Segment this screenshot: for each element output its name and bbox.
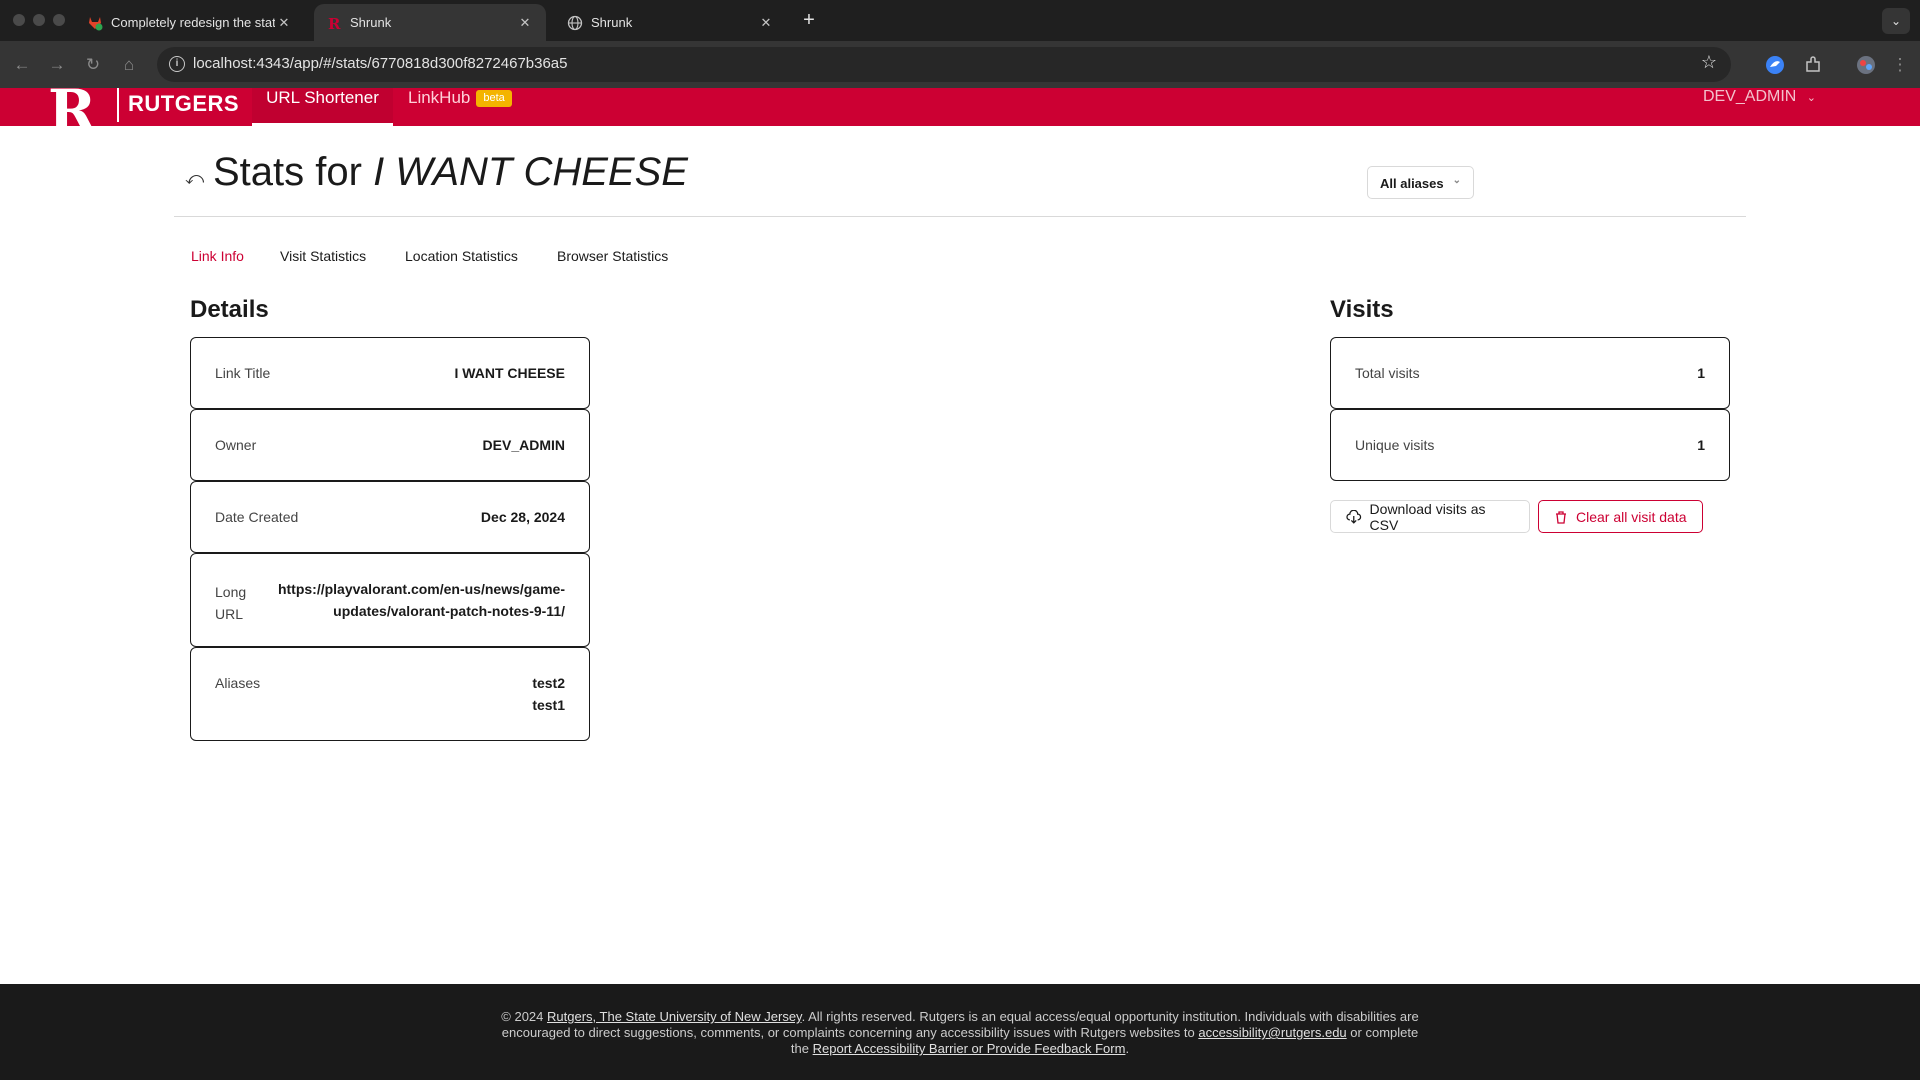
tab-visit-statistics[interactable]: Visit Statistics <box>280 248 366 264</box>
alias-list: test2 test1 <box>532 672 565 716</box>
trash-icon <box>1556 510 1566 524</box>
detail-label: Owner <box>215 437 257 453</box>
svg-text:R: R <box>328 15 341 31</box>
window-close-button[interactable] <box>13 14 25 26</box>
profile-avatar-icon[interactable] <box>1855 54 1877 76</box>
alias-item: test1 <box>532 697 565 713</box>
title-prefix: Stats for <box>213 150 362 194</box>
address-url[interactable]: localhost:4343/app/#/stats/6770818d300f8… <box>193 55 568 72</box>
beta-badge: beta <box>476 90 512 107</box>
download-csv-label: Download visits as CSV <box>1369 500 1486 533</box>
user-name: DEV_ADMIN <box>1702 88 1797 105</box>
detail-card-date-created: Date Created Dec 28, 2024 <box>190 481 590 553</box>
tab-location-statistics[interactable]: Location Statistics <box>405 248 518 264</box>
footer-university-link[interactable]: Rutgers, The State University of New Jer… <box>547 1009 802 1024</box>
extensions-puzzle-icon[interactable] <box>1802 54 1824 76</box>
tab-search-button[interactable]: ⌄ <box>1882 8 1910 34</box>
detail-label: Date Created <box>215 509 299 525</box>
page-title: Stats for I WANT CHEESE <box>213 150 688 195</box>
details-heading: Details <box>190 296 269 323</box>
detail-value: DEV_ADMIN <box>482 437 565 453</box>
close-icon[interactable]: ✕ <box>275 15 293 31</box>
new-tab-button[interactable]: + <box>796 8 822 34</box>
rutgers-logo-letter[interactable]: R <box>48 88 96 126</box>
long-url-link[interactable]: https://playvalorant.com/en-us/news/game… <box>278 578 565 622</box>
clear-visit-data-button[interactable]: Clear all visit data <box>1538 500 1703 533</box>
reload-icon[interactable]: ↻ <box>81 53 105 77</box>
detail-card-long-url: Long URL https://playvalorant.com/en-us/… <box>190 553 590 647</box>
gitlab-fox-icon <box>89 16 103 30</box>
browser-tab-bar: Completely redesign the stat ✕ R Shrunk … <box>0 0 1920 41</box>
detail-label-line: URL <box>215 606 244 622</box>
visit-card-total: Total visits 1 <box>1330 337 1730 409</box>
detail-label: Aliases <box>215 675 261 691</box>
detail-value-line: https://playvalorant.com/en-us/news/game… <box>277 581 565 597</box>
logo-divider <box>117 88 119 122</box>
visit-card-unique: Unique visits 1 <box>1330 409 1730 481</box>
alias-filter-value: All aliases <box>1380 176 1444 191</box>
chevron-down-icon: ⌄ <box>1806 92 1816 104</box>
visit-value: 1 <box>1697 437 1705 453</box>
visit-label: Unique visits <box>1355 437 1435 453</box>
browser-toolbar: ← → ↻ ⌂ i localhost:4343/app/#/stats/677… <box>0 41 1920 88</box>
nav-url-shortener-label: URL Shortener <box>266 88 379 107</box>
address-bar[interactable]: i localhost:4343/app/#/stats/6770818d300… <box>157 47 1731 82</box>
browser-tab-shrunk[interactable]: Shrunk ✕ <box>555 4 787 41</box>
browser-tab-gitlab[interactable]: Completely redesign the stat ✕ <box>75 4 305 41</box>
nav-linkhub-label: LinkHub <box>408 88 471 107</box>
detail-label: Link Title <box>215 365 271 381</box>
footer-text-part: . <box>1125 1041 1130 1056</box>
app-header: R RUTGERS URL Shortener LinkHub beta DEV_… <box>0 88 1920 126</box>
globe-icon <box>567 15 583 30</box>
detail-card-owner: Owner DEV_ADMIN <box>190 409 590 481</box>
tab-title: Shrunk <box>350 15 392 30</box>
alias-item: test2 <box>532 675 565 691</box>
detail-card-aliases: Aliases test2 test1 <box>190 647 590 741</box>
back-icon[interactable]: ← <box>10 53 34 77</box>
footer-email-link[interactable]: accessibility@rutgers.edu <box>1198 1025 1346 1040</box>
site-info-icon[interactable]: i <box>169 56 185 72</box>
close-icon[interactable]: ✕ <box>516 15 534 31</box>
rutgers-logo-text[interactable]: RUTGERS <box>128 91 239 117</box>
title-divider <box>174 216 1746 217</box>
rutgers-r-icon: R <box>328 15 341 31</box>
footer-text: © 2024 Rutgers, The State University of … <box>500 1009 1420 1057</box>
bookmark-star-icon[interactable]: ☆ <box>1701 52 1717 73</box>
detail-label-line: Long <box>215 584 247 600</box>
detail-value-line: updates/valorant-patch-notes-9-11/ <box>333 603 565 619</box>
page-footer: © 2024 Rutgers, The State University of … <box>0 984 1920 1080</box>
tab-link-info[interactable]: Link Info <box>191 248 244 264</box>
nav-url-shortener[interactable]: URL Shortener <box>252 88 393 126</box>
browser-menu-icon[interactable]: ⋮ <box>1888 53 1912 77</box>
visits-heading: Visits <box>1330 296 1394 323</box>
extension-bird-icon[interactable] <box>1764 54 1786 76</box>
visit-label: Total visits <box>1355 365 1420 381</box>
detail-card-link-title: Link Title I WANT CHEESE <box>190 337 590 409</box>
tab-title: Completely redesign the stat <box>111 15 275 30</box>
tab-title: Shrunk <box>591 15 633 30</box>
footer-feedback-form-link[interactable]: Report Accessibility Barrier or Provide … <box>813 1041 1126 1056</box>
detail-label: Long URL <box>215 581 246 625</box>
home-icon[interactable]: ⌂ <box>117 53 141 77</box>
footer-copyright: © 2024 <box>501 1009 544 1024</box>
tab-browser-statistics[interactable]: Browser Statistics <box>557 248 668 264</box>
close-icon[interactable]: ✕ <box>757 15 775 31</box>
clear-visit-data-label: Clear all visit data <box>1576 508 1687 525</box>
user-menu[interactable]: DEV_ADMIN ⌄ <box>1703 88 1816 106</box>
window-minimize-button[interactable] <box>33 14 45 26</box>
download-csv-button[interactable]: Download visits as CSV <box>1330 500 1530 533</box>
browser-tab-shrunk-active[interactable]: R Shrunk ✕ <box>314 4 546 41</box>
nav-linkhub[interactable]: LinkHub beta <box>408 88 512 126</box>
back-arrow-icon[interactable]: ⤺ <box>185 168 204 189</box>
detail-value: Dec 28, 2024 <box>480 509 565 525</box>
visit-value: 1 <box>1697 365 1705 381</box>
detail-value: I WANT CHEESE <box>454 365 565 381</box>
forward-icon[interactable]: → <box>45 53 69 77</box>
alias-filter-select[interactable]: All aliases ⌄ <box>1367 166 1474 199</box>
cloud-download-icon <box>1346 509 1362 524</box>
window-maximize-button[interactable] <box>53 14 65 26</box>
title-link-name: I WANT CHEESE <box>373 150 688 194</box>
chevron-down-icon: ⌄ <box>1452 175 1461 186</box>
